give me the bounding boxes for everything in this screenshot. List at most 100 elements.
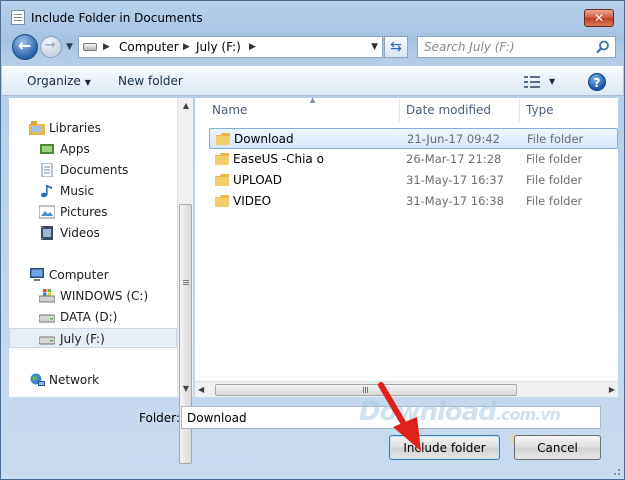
column-header-label: Type: [526, 103, 554, 117]
search-input[interactable]: Search July (F:): [424, 40, 515, 54]
sidebar-item-apps[interactable]: Apps: [9, 139, 177, 159]
file-name: Download: [234, 132, 294, 146]
libraries-icon: [29, 121, 45, 135]
sidebar-item-label: Music: [60, 184, 95, 198]
breadcrumb-july-drive[interactable]: July (F:): [196, 40, 241, 54]
close-button[interactable]: ✕: [584, 9, 614, 27]
column-header-date[interactable]: Date modified: [400, 98, 520, 122]
window-title: Include Folder in Documents: [31, 11, 203, 25]
folder-icon: [215, 153, 229, 165]
file-date: 31-May-17 16:38: [406, 194, 504, 208]
sidebar-item-label: DATA (D:): [60, 310, 118, 324]
sidebar-item-music[interactable]: Music: [9, 181, 177, 201]
sidebar-item-label: Libraries: [49, 121, 101, 135]
sidebar-item-data-drive[interactable]: DATA (D:): [9, 307, 177, 327]
organize-button[interactable]: Organize ▼: [27, 74, 91, 88]
sidebar-item-network[interactable]: Network: [9, 370, 177, 390]
command-toolbar: Organize ▼ New folder ▼ ?: [2, 66, 623, 96]
sidebar-item-label: WINDOWS (C:): [60, 289, 149, 303]
new-folder-button[interactable]: New folder: [118, 74, 183, 88]
file-name: VIDEO: [233, 194, 272, 208]
file-date: 31-May-17 16:37: [406, 173, 504, 187]
file-type: File folder: [526, 194, 583, 208]
view-dropdown-icon[interactable]: ▼: [549, 77, 555, 86]
navigation-bar: ▼ ▶ Computer ▶ July (F:) ▶ ▼ ⇆ Search Ju…: [1, 33, 624, 61]
sidebar-item-label: Apps: [60, 142, 90, 156]
chevron-right-icon[interactable]: ▶: [183, 42, 190, 52]
scroll-down-arrow[interactable]: ▼: [178, 381, 194, 397]
search-icon[interactable]: [595, 39, 611, 55]
drive-icon: [83, 43, 97, 51]
navigation-scrollbar[interactable]: ▲ ▼: [177, 98, 194, 464]
sidebar-item-label: Computer: [49, 268, 109, 282]
annotation-arrow-icon: [378, 382, 421, 451]
view-options-icon[interactable]: [524, 75, 540, 89]
back-button[interactable]: [12, 34, 38, 60]
title-bar: Include Folder in Documents ✕: [1, 1, 624, 33]
pictures-icon: [39, 205, 55, 219]
help-icon[interactable]: ?: [588, 73, 606, 91]
refresh-icon: ⇆: [390, 39, 402, 55]
sidebar-item-pictures[interactable]: Pictures: [9, 202, 177, 222]
file-date: 21-Jun-17 09:42: [407, 132, 500, 146]
file-row-easeus[interactable]: EaseUS -Chia o 26-Mar-17 21:28 File fold…: [209, 149, 618, 170]
address-dropdown-icon[interactable]: ▼: [371, 42, 378, 52]
address-bar[interactable]: ▶ Computer ▶ July (F:) ▶ ▼: [78, 36, 383, 58]
folder-icon: [215, 195, 229, 207]
sidebar-item-documents[interactable]: Documents: [9, 160, 177, 180]
column-header-name[interactable]: Name ▲: [206, 96, 400, 122]
document-icon: [11, 10, 25, 25]
cancel-button[interactable]: Cancel: [514, 435, 601, 460]
file-type: File folder: [527, 132, 584, 146]
sidebar-item-computer[interactable]: Computer: [9, 265, 177, 285]
watermark-suffix: .com.vn: [495, 405, 561, 424]
scroll-thumb[interactable]: [215, 384, 517, 396]
refresh-button[interactable]: ⇆: [384, 36, 408, 58]
sidebar-item-label: Network: [49, 373, 100, 387]
forward-button[interactable]: [40, 36, 62, 58]
column-header-type[interactable]: Type: [520, 98, 618, 122]
search-box[interactable]: Search July (F:): [417, 36, 616, 58]
sidebar-item-videos[interactable]: Videos: [9, 223, 177, 243]
windows-drive-icon: [39, 289, 55, 303]
scroll-grip: [183, 280, 189, 281]
chevron-down-icon: ▼: [84, 78, 91, 87]
file-date: 26-Mar-17 21:28: [406, 152, 502, 166]
chevron-right-icon[interactable]: ▶: [103, 42, 110, 52]
file-row-download[interactable]: Download 21-Jun-17 09:42 File folder: [209, 128, 618, 149]
music-icon: [41, 185, 52, 198]
chevron-right-icon[interactable]: ▶: [249, 42, 256, 52]
scroll-right-arrow[interactable]: ▶: [609, 382, 615, 398]
scroll-left-arrow[interactable]: ◀: [198, 382, 204, 398]
resize-grip-icon[interactable]: [611, 466, 621, 476]
sort-ascending-icon: ▲: [310, 96, 316, 104]
folder-icon: [216, 133, 230, 145]
sidebar-item-label: Documents: [60, 163, 129, 177]
file-type: File folder: [526, 173, 583, 187]
sidebar-item-label: July (F:): [60, 332, 105, 346]
drive-icon: [39, 314, 55, 323]
videos-icon: [41, 226, 53, 240]
breadcrumb-computer[interactable]: Computer: [119, 40, 179, 54]
sidebar-item-label: Videos: [60, 226, 100, 240]
sidebar-item-libraries[interactable]: Libraries: [9, 118, 177, 138]
column-header-label: Date modified: [406, 103, 492, 117]
navigation-pane: Libraries Apps Documents Music Pictures …: [9, 98, 177, 397]
computer-icon: [30, 268, 44, 281]
sidebar-item-july-drive[interactable]: July (F:): [9, 328, 177, 348]
file-name: UPLOAD: [233, 173, 282, 187]
file-list: Name ▲ Date modified Type Download 21-Ju…: [195, 96, 618, 398]
file-row-video[interactable]: VIDEO 31-May-17 16:38 File folder: [209, 191, 618, 212]
file-row-upload[interactable]: UPLOAD 31-May-17 16:37 File folder: [209, 170, 618, 191]
sidebar-item-windows-drive[interactable]: WINDOWS (C:): [9, 286, 177, 306]
sidebar-item-label: Pictures: [60, 205, 108, 219]
folder-label: Folder:: [139, 411, 180, 425]
folder-icon: [215, 174, 229, 186]
drive-icon: [39, 336, 55, 345]
documents-icon: [41, 163, 53, 177]
apps-icon: [40, 144, 54, 154]
file-name: EaseUS -Chia o: [233, 152, 324, 166]
scroll-up-arrow[interactable]: ▲: [178, 98, 194, 114]
network-icon: [30, 373, 45, 386]
recent-pages-dropdown[interactable]: ▼: [66, 42, 73, 52]
